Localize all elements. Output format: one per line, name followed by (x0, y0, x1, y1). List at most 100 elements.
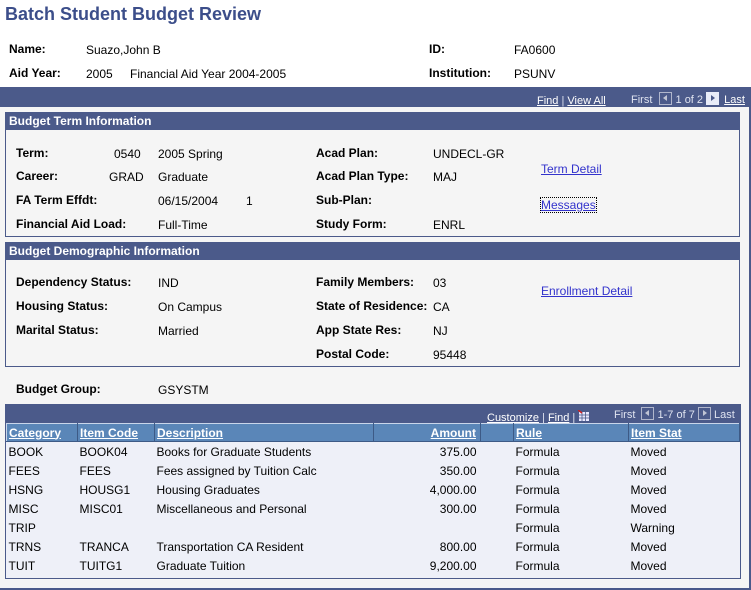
messages-link[interactable]: Messages (540, 197, 597, 213)
table-header-row: Category Item Code Description Amount Ru… (6, 423, 740, 442)
cell-description: Books for Graduate Students (156, 444, 312, 459)
cell-item-code (78, 518, 155, 537)
acad-plan-label: Acad Plan: (316, 146, 379, 160)
id-label: ID: (429, 42, 445, 56)
grid-row-count: 1-7 of 7 (657, 409, 695, 421)
column-header-rule[interactable]: Rule (516, 426, 542, 440)
budget-items-table: Category Item Code Description Amount Ru… (6, 423, 740, 575)
cell-item-stat: Moved (630, 539, 667, 554)
cell-rule: Formula (515, 539, 560, 554)
cell-amount (374, 518, 481, 537)
last-link[interactable]: Last (724, 94, 745, 106)
fa-load-value: Full-Time (158, 218, 208, 232)
separator: | (561, 95, 565, 107)
cell-item-code: FEES (79, 463, 111, 478)
name-value: Suazo,John B (86, 43, 161, 57)
cell-rule: Formula (515, 463, 560, 478)
cell-category: TRIP (8, 520, 36, 535)
cell-category: FEES (8, 463, 40, 478)
next-arrow-icon[interactable] (706, 92, 720, 105)
cell-item-stat: Moved (630, 444, 667, 459)
postal-code-label: Postal Code: (316, 347, 390, 361)
cell-category: TUIT (8, 558, 36, 573)
table-row: TRNS TRANCA Transportation CA Resident 800.… (7, 537, 740, 556)
grid-last-label: Last (713, 409, 735, 421)
cell-description: Housing Graduates (156, 482, 260, 497)
table-row: BOOK BOOK04 Books for Graduate Students 375… (7, 442, 740, 462)
column-header-category[interactable]: Category (9, 426, 61, 440)
table-row: MISC MISC01 Miscellaneous and Personal 300.… (7, 499, 740, 518)
fa-term-effdt-seq: 1 (246, 194, 253, 208)
budget-group-label: Budget Group: (16, 382, 101, 396)
table-row: TUIT TUITG1 Graduate Tuition 9,200.00 Formul… (7, 556, 740, 575)
app-state-res-value: NJ (433, 324, 448, 338)
previous-arrow-icon[interactable] (659, 92, 673, 105)
family-members-value: 03 (433, 276, 447, 290)
section-header: Budget Demographic Information (6, 243, 739, 260)
enrollment-detail-link[interactable]: Enrollment Detail (541, 284, 632, 298)
marital-status-label: Marital Status: (16, 323, 99, 337)
app-state-res-label: App State Res: (316, 323, 402, 337)
aid-year-label: Aid Year: (9, 66, 61, 80)
aid-year-value: 2005 (86, 67, 113, 81)
section-header: Budget Term Information (6, 113, 739, 130)
table-row: FEES FEES Fees assigned by Tuition Calc 350… (7, 461, 740, 480)
column-header-description[interactable]: Description (157, 426, 223, 440)
cell-blank (481, 537, 514, 556)
cell-rule: Formula (515, 482, 560, 497)
cell-rule: Formula (515, 501, 560, 516)
study-form-label: Study Form: (316, 217, 387, 231)
view-all-link[interactable]: View All (567, 95, 605, 107)
cell-item-stat: Moved (630, 482, 667, 497)
find-link[interactable]: Find (537, 95, 558, 107)
grid-next-arrow-icon[interactable] (697, 407, 711, 420)
institution-value: PSUNV (514, 67, 556, 81)
cell-description: Graduate Tuition (156, 558, 246, 573)
acad-plan-type-value: MAJ (433, 170, 457, 184)
state-of-residence-value: CA (433, 300, 450, 314)
download-to-spreadsheet-icon[interactable] (577, 409, 590, 421)
cell-amount: 4,000.00 (429, 482, 477, 497)
cell-amount: 9,200.00 (429, 558, 477, 573)
scroll-nav-bar: Find | View All First 1 of 2 Last (0, 87, 751, 107)
dependency-status-label: Dependency Status: (16, 275, 132, 289)
cell-description (155, 518, 374, 537)
term-label: Term: (16, 146, 49, 160)
study-form-value: ENRL (433, 218, 466, 232)
cell-item-code: TRANCA (79, 539, 129, 554)
table-row: TRIP Formula Warning (7, 518, 740, 537)
first-label: First (631, 94, 653, 106)
id-value: FA0600 (514, 43, 556, 57)
cell-rule: Formula (515, 444, 560, 459)
cell-description: Miscellaneous and Personal (156, 501, 307, 516)
dependency-status-value: IND (158, 276, 179, 290)
cell-amount: 300.00 (439, 501, 477, 516)
cell-blank (481, 461, 514, 480)
state-of-residence-label: State of Residence: (316, 299, 428, 313)
budget-term-section: Budget Term Information Term: 0540 2005 … (5, 112, 740, 237)
column-header-item-code[interactable]: Item Code (80, 426, 138, 440)
term-code: 0540 (114, 147, 141, 161)
cell-description: Fees assigned by Tuition Calc (156, 463, 317, 478)
housing-status-label: Housing Status: (16, 299, 108, 313)
acad-plan-value: UNDECL-GR (433, 147, 505, 161)
cell-item-code: BOOK04 (79, 444, 128, 459)
cell-rule: Formula (515, 520, 560, 535)
cell-item-stat: Warning (630, 520, 675, 535)
cell-item-stat: Moved (630, 558, 667, 573)
housing-status-value: On Campus (158, 300, 223, 314)
cell-category: MISC (8, 501, 39, 516)
grid-first-label: First (614, 409, 636, 421)
grid-nav-bar: Customize | Find | First 1-7 of 7 Last (6, 405, 740, 424)
cell-blank (481, 442, 514, 462)
cell-item-stat: Moved (630, 501, 667, 516)
column-header-amount[interactable]: Amount (431, 426, 476, 440)
column-header-item-stat[interactable]: Item Stat (631, 426, 682, 440)
cell-category: TRNS (8, 539, 42, 554)
term-detail-link[interactable]: Term Detail (541, 162, 602, 176)
grid-previous-arrow-icon[interactable] (641, 407, 655, 420)
career-label: Career: (16, 169, 59, 183)
column-header-blank (480, 423, 514, 442)
sub-plan-label: Sub-Plan: (316, 193, 372, 207)
term-description: 2005 Spring (158, 147, 223, 161)
